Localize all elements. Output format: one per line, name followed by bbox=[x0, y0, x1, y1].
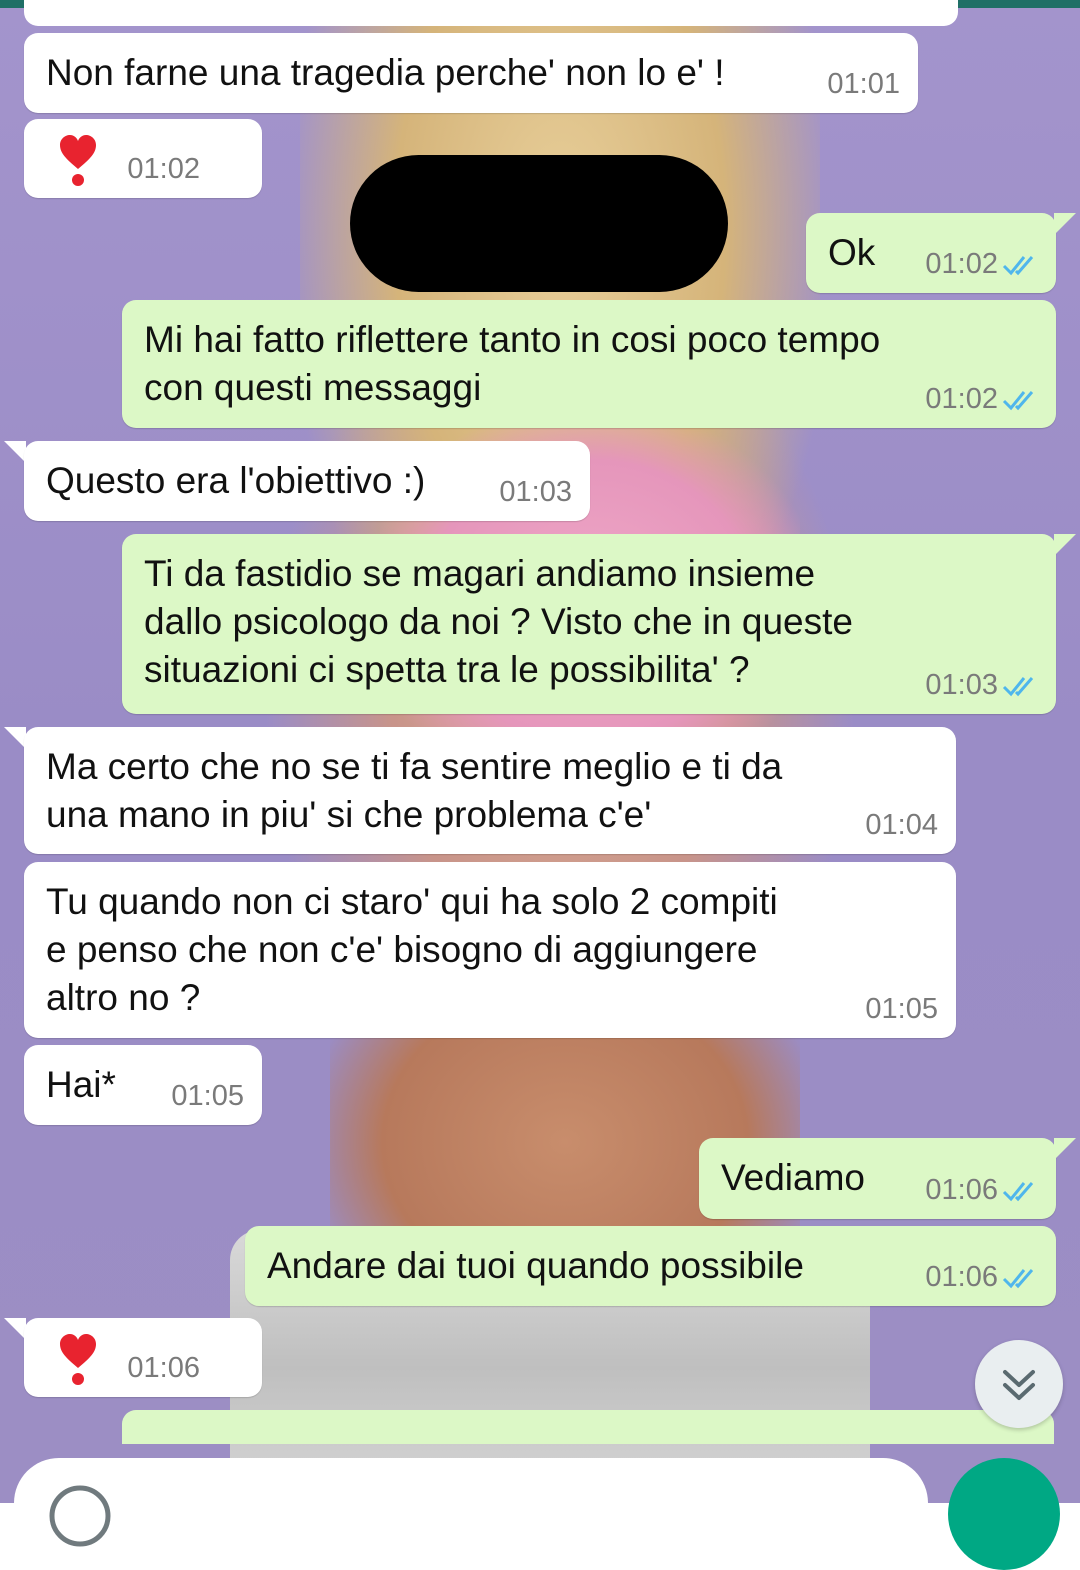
bubble-tail bbox=[1054, 1138, 1076, 1160]
read-receipt-icon bbox=[1002, 1182, 1034, 1202]
message-incoming[interactable]: Hai* 01:05 bbox=[24, 1045, 262, 1125]
message-time: 01:05 bbox=[171, 1080, 244, 1112]
censor-bar bbox=[350, 155, 728, 292]
bubble-tail bbox=[4, 441, 26, 463]
message-outgoing[interactable]: Mi hai fatto riflettere tanto in cosi po… bbox=[122, 300, 1056, 428]
message-incoming[interactable]: 01:02 bbox=[24, 119, 262, 198]
bubble-tail bbox=[4, 727, 26, 749]
message-text: Andare dai tuoi quando possibile bbox=[267, 1245, 804, 1286]
message-incoming[interactable]: Tu quando non ci staro' qui ha solo 2 co… bbox=[24, 862, 956, 1038]
emoji-icon[interactable] bbox=[32, 1458, 122, 1548]
message-text: Ti da fastidio se magari andiamo insieme… bbox=[144, 553, 853, 690]
message-text: Non farne una tragedia perche' non lo e'… bbox=[46, 52, 725, 93]
message-text: Questo era l'obiettivo :) bbox=[46, 460, 426, 501]
message-bubble-partial bbox=[122, 1410, 1054, 1444]
message-incoming[interactable]: Non farne una tragedia perche' non lo e'… bbox=[24, 33, 918, 113]
message-text: Tu quando non ci staro' qui ha solo 2 co… bbox=[46, 881, 778, 1018]
message-time: 01:02 bbox=[127, 153, 200, 185]
heart-exclamation-icon bbox=[60, 1334, 96, 1385]
message-time: 01:06 bbox=[925, 1174, 998, 1206]
heart-exclamation-icon bbox=[60, 135, 96, 186]
message-outgoing[interactable]: Andare dai tuoi quando possibile 01:06 bbox=[245, 1226, 1056, 1306]
message-incoming[interactable]: Ma certo che no se ti fa sentire meglio … bbox=[24, 727, 956, 854]
message-text: Mi hai fatto riflettere tanto in cosi po… bbox=[144, 319, 881, 408]
read-receipt-icon bbox=[1002, 677, 1034, 697]
message-time: 01:06 bbox=[127, 1352, 200, 1384]
message-time: 01:05 bbox=[865, 993, 938, 1025]
scroll-to-bottom-button[interactable] bbox=[975, 1340, 1063, 1428]
message-time: 01:02 bbox=[925, 248, 998, 280]
read-receipt-icon bbox=[1002, 256, 1034, 276]
message-text: Ma certo che no se ti fa sentire meglio … bbox=[46, 746, 783, 835]
message-outgoing[interactable]: Ok 01:02 bbox=[806, 213, 1056, 293]
message-time: 01:03 bbox=[925, 669, 998, 701]
message-outgoing[interactable]: Ti da fastidio se magari andiamo insieme… bbox=[122, 534, 1056, 714]
mic-button[interactable] bbox=[948, 1458, 1060, 1570]
chevron-double-down-icon bbox=[1003, 1370, 1035, 1400]
message-time: 01:02 bbox=[925, 383, 998, 415]
message-time: 01:01 bbox=[827, 68, 900, 100]
message-time: 01:06 bbox=[925, 1261, 998, 1293]
message-bubble-partial bbox=[24, 0, 958, 26]
bubble-tail bbox=[4, 1318, 26, 1340]
bubble-tail bbox=[1054, 213, 1076, 235]
message-input-bar[interactable] bbox=[14, 1458, 928, 1548]
message-time: 01:04 bbox=[865, 809, 938, 841]
read-receipt-icon bbox=[1002, 391, 1034, 411]
read-receipt-icon bbox=[1002, 1269, 1034, 1289]
message-incoming[interactable]: 01:06 bbox=[24, 1318, 262, 1397]
message-incoming[interactable]: Questo era l'obiettivo :) 01:03 bbox=[24, 441, 590, 521]
bubble-tail bbox=[1054, 534, 1076, 556]
message-outgoing[interactable]: Vediamo 01:06 bbox=[699, 1138, 1056, 1219]
message-time: 01:03 bbox=[499, 476, 572, 508]
